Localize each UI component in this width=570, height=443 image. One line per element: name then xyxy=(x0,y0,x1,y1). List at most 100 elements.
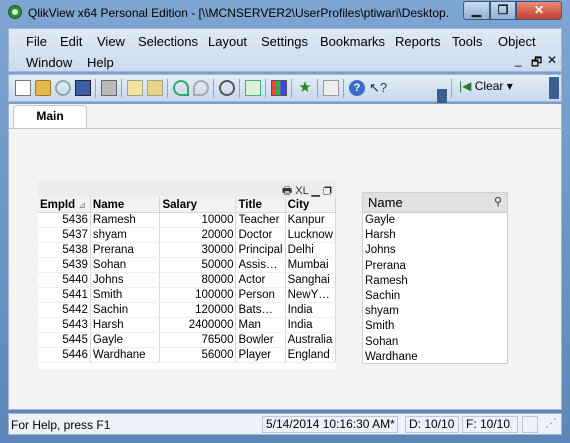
table-cell-empid[interactable]: 5437 xyxy=(38,227,91,243)
column-header-city[interactable]: City xyxy=(285,197,337,213)
table-cell-city[interactable]: Kanpur xyxy=(285,212,337,228)
menu-bookmarks[interactable]: Bookmarks xyxy=(320,34,385,49)
table-cell-empid[interactable]: 5443 xyxy=(38,317,91,333)
table-cell-title[interactable]: Person xyxy=(235,287,286,303)
table-cell-salary[interactable]: 80000 xyxy=(159,272,237,288)
resize-grip-icon[interactable]: ⋰ xyxy=(542,416,558,433)
menu-file[interactable]: File xyxy=(26,34,47,49)
table-cell-city[interactable]: NewY… xyxy=(285,287,337,303)
table-cell-salary[interactable]: 100000 xyxy=(159,287,237,303)
table-cell-salary[interactable]: 30000 xyxy=(159,242,237,258)
table-cell-empid[interactable]: 5445 xyxy=(38,332,91,348)
menu-edit[interactable]: Edit xyxy=(60,34,82,49)
menu-settings[interactable]: Settings xyxy=(261,34,308,49)
list-item[interactable]: Sohan xyxy=(365,335,418,350)
list-item[interactable]: Prerana xyxy=(365,259,418,274)
menu-tools[interactable]: Tools xyxy=(452,34,482,49)
column-header-title[interactable]: Title xyxy=(235,197,286,213)
table-cell-title[interactable]: Assis… xyxy=(235,257,286,273)
menu-window[interactable]: Window xyxy=(26,55,72,70)
table-cell-city[interactable]: Lucknow xyxy=(285,227,337,243)
help-icon[interactable]: ? xyxy=(349,80,365,96)
edit-script-icon[interactable] xyxy=(127,80,143,96)
mdi-minimize-button[interactable]: _ xyxy=(515,53,522,67)
table-cell-name[interactable]: Smith xyxy=(90,287,161,303)
list-item[interactable]: Ramesh xyxy=(365,274,418,289)
select-icon[interactable] xyxy=(245,80,261,96)
menu-help[interactable]: Help xyxy=(87,55,114,70)
reload-icon[interactable] xyxy=(55,80,71,96)
save-icon[interactable] xyxy=(75,80,91,96)
search-icon[interactable] xyxy=(219,80,235,96)
list-item[interactable]: Sachin xyxy=(365,289,418,304)
open-icon[interactable] xyxy=(35,80,51,96)
search-icon[interactable]: ⚲ xyxy=(494,195,502,208)
name-list-box[interactable]: Name ⚲ Gayle Harsh Johns Prerana Ramesh Sachi… xyxy=(362,192,508,364)
table-row[interactable]: 5446 Wardhane 56000 Player England xyxy=(38,347,337,363)
table-cell-title[interactable]: Player xyxy=(235,347,286,363)
table-row[interactable]: 5436 Ramesh 10000 Teacher Kanpur xyxy=(38,212,337,228)
table-cell-name[interactable]: Sachin xyxy=(90,302,161,318)
table-cell-salary[interactable]: 20000 xyxy=(159,227,237,243)
table-cell-salary[interactable]: 56000 xyxy=(159,347,237,363)
table-cell-salary[interactable]: 76500 xyxy=(159,332,237,348)
table-row[interactable]: 5437 shyam 20000 Doctor Lucknow xyxy=(38,227,337,243)
close-button[interactable]: ✕ xyxy=(516,1,562,20)
table-cell-name[interactable]: Harsh xyxy=(90,317,161,333)
table-cell-city[interactable]: India xyxy=(285,302,337,318)
edit-icon[interactable] xyxy=(323,80,339,96)
mdi-close-button[interactable]: ✕ xyxy=(547,53,557,67)
mdi-restore-button[interactable]: 🗗 xyxy=(531,53,542,74)
table-row[interactable]: 5445 Gayle 76500 Bowler Australia xyxy=(38,332,337,348)
reload-data-icon[interactable] xyxy=(147,80,163,96)
menu-layout[interactable]: Layout xyxy=(208,34,247,49)
undo-icon[interactable] xyxy=(173,80,189,96)
table-cell-empid[interactable]: 5442 xyxy=(38,302,91,318)
table-cell-empid[interactable]: 5446 xyxy=(38,347,91,363)
table-cell-title[interactable]: Principal xyxy=(235,242,286,258)
table-cell-name[interactable]: Johns xyxy=(90,272,161,288)
column-header-salary[interactable]: Salary xyxy=(159,197,237,213)
table-cell-name[interactable]: Ramesh xyxy=(90,212,161,228)
toolbar-overflow-button[interactable] xyxy=(549,77,559,99)
table-cell-city[interactable]: Mumbai xyxy=(285,257,337,273)
table-cell-title[interactable]: Bats… xyxy=(235,302,286,318)
column-header-name[interactable]: Name xyxy=(90,197,161,213)
print-icon[interactable] xyxy=(101,80,117,96)
redo-icon[interactable] xyxy=(193,80,209,96)
table-cell-salary[interactable]: 120000 xyxy=(159,302,237,318)
toolbar-overflow-button[interactable] xyxy=(437,89,447,103)
table-cell-city[interactable]: India xyxy=(285,317,337,333)
table-row[interactable]: 5440 Johns 80000 Actor Sanghai xyxy=(38,272,337,288)
list-item[interactable]: shyam xyxy=(365,304,418,319)
table-row[interactable]: 5443 Harsh 2400000 Man India xyxy=(38,317,337,333)
menu-reports[interactable]: Reports xyxy=(395,34,441,49)
minimize-button[interactable]: ▁ xyxy=(463,1,490,20)
context-help-icon[interactable]: ↖? xyxy=(369,80,387,96)
table-cell-name[interactable]: Sohan xyxy=(90,257,161,273)
table-row[interactable]: 5441 Smith 100000 Person NewY… xyxy=(38,287,337,303)
table-cell-name[interactable]: Wardhane xyxy=(90,347,161,363)
bookmark-star-icon[interactable]: ★ xyxy=(297,80,313,96)
column-header-empid[interactable]: EmpId ⊿ xyxy=(38,197,91,213)
menu-selections[interactable]: Selections xyxy=(138,34,198,49)
table-cell-salary[interactable]: 10000 xyxy=(159,212,237,228)
clear-button[interactable]: |◀ Clear ▾ xyxy=(459,79,513,98)
menu-view[interactable]: View xyxy=(97,34,125,49)
list-item[interactable]: Harsh xyxy=(365,228,418,243)
menu-object[interactable]: Object xyxy=(498,34,536,49)
table-cell-empid[interactable]: 5441 xyxy=(38,287,91,303)
table-cell-salary[interactable]: 50000 xyxy=(159,257,237,273)
table-cell-name[interactable]: Gayle xyxy=(90,332,161,348)
table-row[interactable]: 5442 Sachin 120000 Bats… India xyxy=(38,302,337,318)
table-cell-title[interactable]: Doctor xyxy=(235,227,286,243)
table-row[interactable]: 5439 Sohan 50000 Assis… Mumbai xyxy=(38,257,337,273)
table-row[interactable]: 5438 Prerana 30000 Principal Delhi xyxy=(38,242,337,258)
maximize-button[interactable]: ❐ xyxy=(490,1,516,20)
table-cell-title[interactable]: Actor xyxy=(235,272,286,288)
table-cell-name[interactable]: Prerana xyxy=(90,242,161,258)
list-item[interactable]: Johns xyxy=(365,243,418,258)
list-item[interactable]: Smith xyxy=(365,319,418,334)
table-cell-city[interactable]: England xyxy=(285,347,337,363)
table-cell-title[interactable]: Man xyxy=(235,317,286,333)
